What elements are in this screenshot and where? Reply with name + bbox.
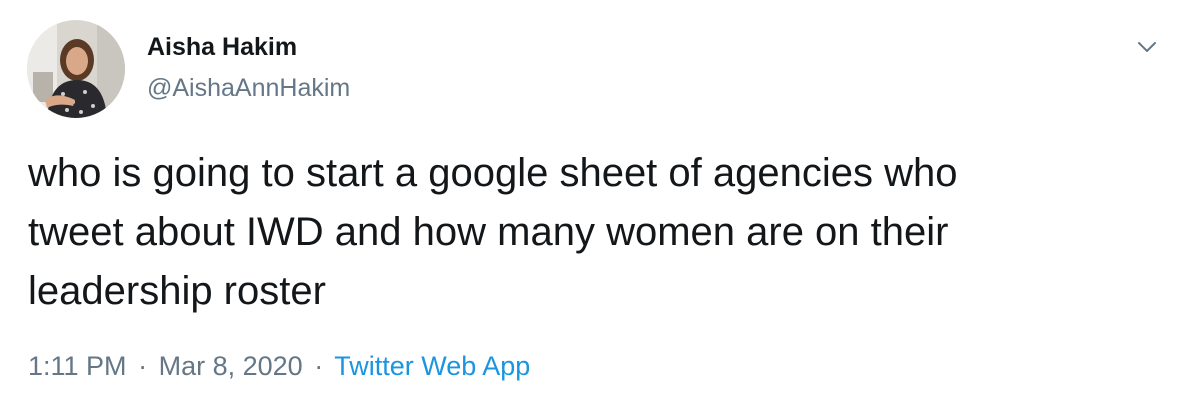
- separator: ·: [314, 351, 324, 381]
- avatar-photo: [27, 20, 125, 118]
- tweet-text: who is going to start a google sheet of …: [28, 151, 958, 313]
- chevron-down-icon[interactable]: [1134, 34, 1160, 60]
- avatar[interactable]: [27, 20, 125, 118]
- author-handle[interactable]: @AishaAnnHakim: [147, 74, 350, 103]
- tweet-source-link[interactable]: Twitter Web App: [334, 351, 530, 381]
- tweet-date[interactable]: Mar 8, 2020: [159, 351, 303, 381]
- separator: ·: [138, 351, 148, 381]
- author-name[interactable]: Aisha Hakim: [147, 33, 297, 62]
- tweet-card: Aisha Hakim @AishaAnnHakim who is going …: [0, 0, 1192, 406]
- tweet-time[interactable]: 1:11 PM: [28, 351, 127, 381]
- tweet-metadata: 1:11 PM · Mar 8, 2020 · Twitter Web App: [28, 351, 530, 382]
